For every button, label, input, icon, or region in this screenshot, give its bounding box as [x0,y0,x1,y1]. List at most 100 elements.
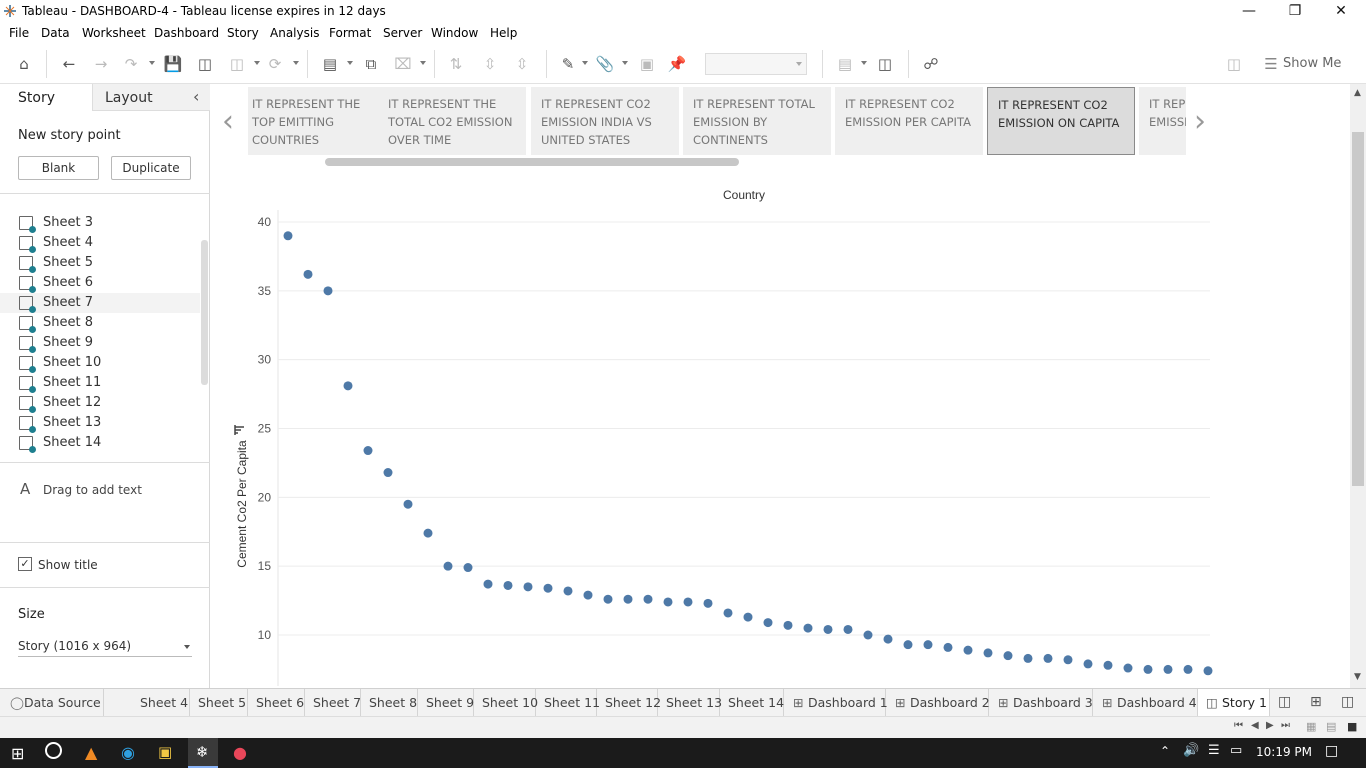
sort-icon[interactable] [234,425,244,435]
data-point[interactable] [843,624,853,634]
data-point[interactable] [363,446,373,456]
data-point[interactable] [583,590,593,600]
menu-analysis[interactable]: Analysis [270,26,319,40]
drag-to-add-text[interactable]: Drag to add text [43,483,142,497]
pause-updates-icon[interactable]: ◫ [227,54,247,74]
show-title-checkbox[interactable]: ✓ [18,557,32,571]
sort-ascending-icon[interactable]: ⇳ [480,54,500,74]
next-sheet-icon[interactable]: ▶ [1266,720,1274,731]
data-point[interactable] [1043,653,1053,663]
show-hidden-icons-icon[interactable]: ⌃ [1160,744,1170,758]
next-story-point-icon[interactable]: › [1194,104,1206,139]
first-sheet-icon[interactable]: ⏮ [1234,720,1243,731]
tableau-taskbar-button[interactable]: ❄ [188,738,218,768]
tab-dashboard[interactable]: ⊞ Dashboard 4 [1093,689,1198,717]
data-point[interactable] [663,597,673,607]
new-story-tab-icon[interactable]: ◫ [1341,694,1354,710]
data-point[interactable] [543,583,553,593]
data-point[interactable] [743,612,753,622]
notifications-icon[interactable]: □ [1325,743,1338,759]
tab-story-1[interactable]: ◫ Story 1 [1198,689,1270,717]
tab-sheet[interactable]: Sheet 9 [418,689,474,717]
data-point[interactable] [383,468,393,478]
data-point[interactable] [703,598,713,608]
data-point[interactable] [323,286,333,296]
presentation-mode-icon[interactable]: ◫ [875,54,895,74]
duplicate-button[interactable]: Duplicate [111,156,191,180]
refresh-dropdown-icon[interactable] [293,61,299,65]
format-painter-icon[interactable]: ◫ [1224,54,1244,74]
refresh-icon[interactable]: ⟳ [265,54,285,74]
data-point[interactable] [983,648,993,658]
menu-help[interactable]: Help [490,26,517,40]
data-point[interactable] [1163,664,1173,674]
data-point[interactable] [443,561,453,571]
story-points-scrollbar[interactable] [325,158,739,166]
vlc-icon[interactable]: ▲ [85,743,97,762]
save-icon[interactable]: 💾 [163,54,183,74]
tab-sheet[interactable]: Sheet 14 [720,689,784,717]
menu-story[interactable]: Story [227,26,259,40]
menu-format[interactable]: Format [329,26,371,40]
collapse-pane-icon[interactable]: ‹ [193,87,199,106]
data-point[interactable] [623,594,633,604]
data-point[interactable] [603,594,613,604]
blank-button[interactable]: Blank [18,156,99,180]
data-point[interactable] [823,624,833,634]
data-point[interactable] [1203,666,1213,676]
home-icon[interactable]: ⌂ [14,54,34,74]
data-point[interactable] [523,582,533,592]
tab-sheet[interactable]: Sheet 12 [597,689,661,717]
show-cards-icon[interactable]: ▤ [835,54,855,74]
tab-sheet[interactable]: Sheet 7 [305,689,361,717]
app-icon[interactable]: ● [233,743,247,762]
data-point[interactable] [803,623,813,633]
previous-story-point-icon[interactable]: ‹ [222,104,234,139]
data-point[interactable] [1123,663,1133,673]
clear-sheet-icon[interactable]: ⌧ [393,54,413,74]
data-point[interactable] [763,618,773,628]
new-data-source-icon[interactable]: ◫ [195,54,215,74]
tab-dashboard[interactable]: ⊞ Dashboard 2 [886,689,990,717]
swap-icon[interactable]: ⇅ [446,54,466,74]
story-point-active[interactable]: IT REPRESENT CO2 EMISSION ON CAPITA [987,87,1135,155]
data-point[interactable] [403,499,413,509]
sheet-list-item[interactable]: Sheet 13 [0,413,200,433]
data-point[interactable] [943,642,953,652]
data-point[interactable] [423,528,433,538]
wifi-icon[interactable]: ☰ [1208,743,1220,758]
data-point[interactable] [923,640,933,650]
story-point[interactable]: IT REPRESENT THE TOTAL CO2 EMISSION OVER… [378,87,526,155]
story-point[interactable]: IT REPRESENT CO2 EMISSION PER CAPITA [835,87,983,155]
size-dropdown[interactable]: Story (1016 x 964) [18,637,192,657]
group-icon[interactable]: 📎 [595,54,615,74]
new-worksheet-dropdown-icon[interactable] [347,61,353,65]
windows-start-icon[interactable]: ⊞ [11,744,24,763]
sheet-list-item[interactable]: Sheet 8 [0,313,200,333]
data-point[interactable] [1103,660,1113,670]
data-point[interactable] [343,381,353,391]
data-point[interactable] [503,580,513,590]
sheet-list-item[interactable]: Sheet 3 [0,213,200,233]
tab-sheet[interactable]: Sheet 6 [248,689,305,717]
redo-icon[interactable]: → [91,54,111,74]
sheet-list-item[interactable]: Sheet 9 [0,333,200,353]
data-point[interactable] [643,594,653,604]
battery-icon[interactable]: ▭ [1230,743,1242,758]
tab-story[interactable]: Story [0,84,92,111]
pause-dropdown-icon[interactable] [254,61,260,65]
tab-sheet[interactable]: Sheet 11 [536,689,600,717]
story-point[interactable]: IT REPRESENT CO2 EMISSION FACTOR [1139,87,1186,155]
tab-data-source[interactable]: ◯ Data Source [0,689,104,717]
story-point[interactable]: IT REPRESENT CO2 EMISSION INDIA VS UNITE… [531,87,679,155]
sheet-list-scrollbar[interactable] [201,240,208,385]
vertical-scrollbar[interactable]: ▲ ▼ [1350,84,1366,688]
file-explorer-icon[interactable]: ▣ [158,743,172,761]
menu-worksheet[interactable]: Worksheet [82,26,146,40]
close-button[interactable]: ✕ [1318,0,1364,22]
show-sheet-sorter-icon[interactable]: ■ [1347,720,1357,733]
edge-icon[interactable]: ◉ [121,743,135,762]
menu-dashboard[interactable]: Dashboard [154,26,219,40]
menu-file[interactable]: File [9,26,29,40]
new-worksheet-icon[interactable]: ▤ [320,54,340,74]
